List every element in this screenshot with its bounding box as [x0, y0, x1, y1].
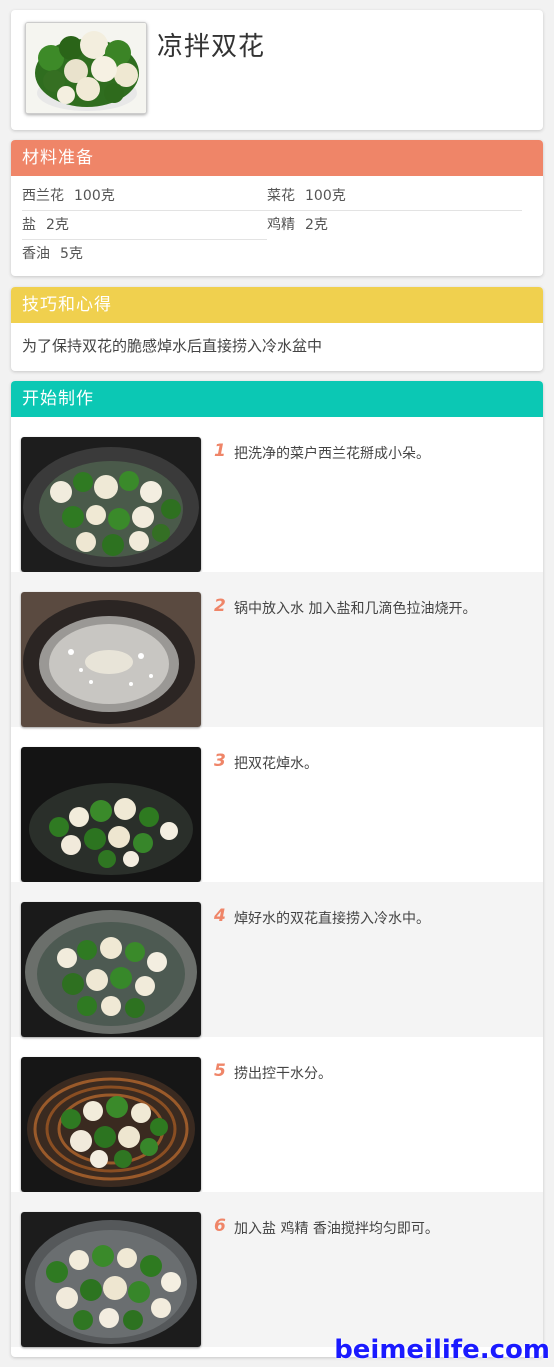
florets-in-wok-image — [21, 437, 201, 572]
step-item: 5 捞出控干水分。 — [11, 1037, 543, 1192]
tips-card: 技巧和心得 为了保持双花的脆感焯水后直接捞入冷水盆中 — [11, 287, 543, 371]
step-photo[interactable] — [21, 437, 201, 572]
site-watermark: beimeilife.com — [334, 1335, 550, 1365]
step-number: 4 — [214, 906, 226, 926]
ingredient-name: 香油 — [22, 246, 50, 262]
step-item: 1 把洗净的菜户西兰花掰成小朵。 — [11, 417, 543, 572]
step-photo[interactable] — [21, 592, 201, 727]
tips-heading: 技巧和心得 — [11, 287, 543, 323]
tips-text: 为了保持双花的脆感焯水后直接捞入冷水盆中 — [22, 337, 323, 355]
draining-basket-image — [21, 1057, 201, 1192]
step-photo[interactable] — [21, 902, 201, 1037]
step-text: 焯好水的双花直接捞入冷水中。 — [234, 911, 430, 927]
ingredient-amount: 100克 — [305, 188, 346, 204]
ingredient-amount: 100克 — [74, 188, 115, 204]
steps-card: 开始制作 1 把洗净的菜户西兰花掰成小朵。 2 锅中放入水 加入盐和几滴色拉油烧… — [11, 381, 543, 1357]
recipe-header-card: 凉拌双花 — [11, 10, 543, 130]
step-photo[interactable] — [21, 1057, 201, 1192]
ingredient-name: 鸡精 — [267, 217, 295, 233]
broccoli-bowl-image — [26, 23, 146, 113]
step-text: 捞出控干水分。 — [234, 1066, 332, 1082]
ingredient-name: 盐 — [22, 217, 36, 233]
step-text: 把双花焯水。 — [234, 756, 318, 772]
steps-heading: 开始制作 — [11, 381, 543, 417]
ingredient-item: 盐 2克 — [22, 211, 69, 240]
ingredients-heading: 材料准备 — [11, 140, 543, 176]
blanching-florets-image — [21, 747, 201, 882]
step-item: 3 把双花焯水。 — [11, 727, 543, 882]
step-item: 2 锅中放入水 加入盐和几滴色拉油烧开。 — [11, 572, 543, 727]
step-number: 6 — [214, 1216, 226, 1236]
step-number: 5 — [214, 1061, 226, 1081]
ingredients-card: 材料准备 西兰花 100克 菜花 100克 盐 2克 鸡精 2克 香油 5克 — [11, 140, 543, 276]
ingredient-item: 西兰花 100克 — [22, 182, 115, 211]
ingredient-amount: 2克 — [305, 217, 328, 233]
step-number: 1 — [214, 441, 226, 461]
ingredient-amount: 5克 — [60, 246, 83, 262]
step-item: 4 焯好水的双花直接捞入冷水中。 — [11, 882, 543, 1037]
step-text: 加入盐 鸡精 香油搅拌均匀即可。 — [234, 1221, 439, 1237]
step-item: 6 加入盐 鸡精 香油搅拌均匀即可。 — [11, 1192, 543, 1347]
mixed-dish-image — [21, 1212, 201, 1347]
dish-thumbnail[interactable] — [25, 22, 147, 114]
ingredient-name: 西兰花 — [22, 188, 64, 204]
step-text: 把洗净的菜户西兰花掰成小朵。 — [234, 446, 430, 462]
page-title: 凉拌双花 — [157, 32, 266, 62]
boiling-water-wok-image — [21, 592, 201, 727]
step-number: 3 — [214, 751, 226, 771]
florets-cold-water-image — [21, 902, 201, 1037]
step-text: 锅中放入水 加入盐和几滴色拉油烧开。 — [234, 601, 477, 617]
ingredient-name: 菜花 — [267, 188, 295, 204]
ingredient-item: 香油 5克 — [22, 240, 83, 269]
step-photo[interactable] — [21, 1212, 201, 1347]
step-photo[interactable] — [21, 747, 201, 882]
step-number: 2 — [214, 596, 226, 616]
ingredient-item: 鸡精 2克 — [267, 211, 328, 240]
ingredient-amount: 2克 — [46, 217, 69, 233]
ingredient-item: 菜花 100克 — [267, 182, 346, 211]
